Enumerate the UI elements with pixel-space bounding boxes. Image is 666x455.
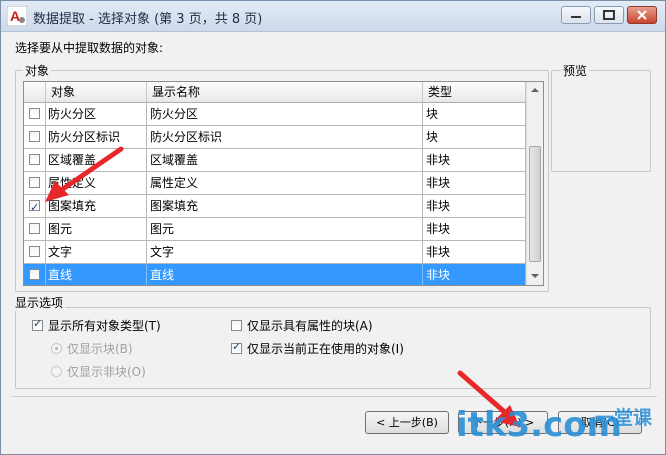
instruction-text: 选择要从中提取数据的对象:: [15, 41, 164, 55]
display-name: 图元: [147, 218, 423, 240]
blocks-only-label[interactable]: 仅显示块(B): [67, 340, 133, 357]
maximize-icon: [603, 10, 615, 20]
object-name: 图元: [46, 218, 147, 240]
vertical-scrollbar[interactable]: [526, 82, 543, 285]
non-blocks-only-label[interactable]: 仅显示非块(O): [67, 363, 146, 380]
non-blocks-only-radio[interactable]: [51, 366, 62, 377]
footer-separator: [11, 396, 657, 397]
back-button[interactable]: < 上一步(B): [365, 411, 449, 434]
row-checkbox[interactable]: [29, 177, 40, 188]
object-type: 非块: [423, 218, 526, 240]
annotation-arrow-icon: [45, 146, 124, 202]
object-type: 非块: [423, 172, 526, 194]
display-name: 图案填充: [147, 195, 423, 217]
list-item[interactable]: 图元 图元 非块: [24, 218, 526, 241]
object-name: 直线: [46, 264, 147, 285]
header-type[interactable]: 类型: [423, 82, 526, 102]
in-use-only-checkbox[interactable]: [231, 340, 242, 354]
preview-label: 预览: [561, 62, 590, 79]
header-display-name[interactable]: 显示名称: [147, 82, 423, 102]
show-all-types-checkbox[interactable]: [32, 317, 43, 331]
list-item-selected[interactable]: 直线 直线 非块: [24, 264, 526, 285]
minimize-button[interactable]: [561, 6, 591, 24]
object-type: 块: [423, 103, 526, 125]
object-type: 非块: [423, 241, 526, 263]
autocad-app-icon: A: [7, 6, 27, 26]
header-object-label: 对象: [51, 85, 76, 99]
window-title: 数据提取 - 选择对象 (第 3 页，共 8 页): [33, 12, 263, 27]
scroll-down-icon[interactable]: [531, 274, 539, 278]
display-name: 直线: [147, 264, 423, 285]
object-name: 防火分区: [46, 103, 147, 125]
object-type: 非块: [423, 149, 526, 171]
list-header: 对象 显示名称 类型: [24, 82, 526, 103]
minimize-icon: [571, 16, 581, 18]
row-checkbox[interactable]: [29, 269, 40, 280]
blocks-with-attributes-checkbox[interactable]: [231, 320, 242, 331]
close-button[interactable]: [627, 6, 657, 24]
scroll-up-icon[interactable]: [531, 88, 539, 92]
list-item[interactable]: 防火分区 防火分区 块: [24, 103, 526, 126]
display-name: 防火分区标识: [147, 126, 423, 148]
dialog-window: A 数据提取 - 选择对象 (第 3 页，共 8 页) 选择要从中提取数据的对象…: [0, 0, 666, 455]
title-bar[interactable]: A 数据提取 - 选择对象 (第 3 页，共 8 页): [1, 1, 665, 32]
header-checkbox-column: [24, 82, 46, 102]
display-name: 属性定义: [147, 172, 423, 194]
row-checkbox[interactable]: [29, 223, 40, 234]
list-item[interactable]: 文字 文字 非块: [24, 241, 526, 264]
display-name: 防火分区: [147, 103, 423, 125]
svg-text:A: A: [10, 8, 20, 24]
display-name: 文字: [147, 241, 423, 263]
objects-group-label: 对象: [23, 62, 52, 79]
row-checkbox[interactable]: [29, 246, 40, 257]
scrollbar-thumb[interactable]: [529, 146, 541, 262]
blocks-with-attributes-label[interactable]: 仅显示具有属性的块(A): [247, 317, 373, 334]
object-name: 文字: [46, 241, 147, 263]
close-icon: [637, 10, 647, 20]
display-name: 区域覆盖: [147, 149, 423, 171]
in-use-only-label[interactable]: 仅显示当前正在使用的对象(I): [247, 340, 404, 357]
object-type: 非块: [423, 264, 526, 285]
watermark-label: 一堂课: [595, 407, 653, 429]
row-checkbox[interactable]: [29, 154, 40, 165]
row-checkbox[interactable]: [29, 131, 40, 142]
object-type: 块: [423, 126, 526, 148]
show-all-types-label[interactable]: 显示所有对象类型(T): [48, 317, 161, 334]
row-checkbox[interactable]: [29, 197, 40, 217]
row-checkbox[interactable]: [29, 108, 40, 119]
blocks-only-radio[interactable]: [51, 343, 62, 354]
maximize-button[interactable]: [594, 6, 624, 24]
preview-groupbox: [551, 70, 651, 172]
object-type: 非块: [423, 195, 526, 217]
display-options-label: 显示选项: [13, 294, 66, 311]
header-object[interactable]: 对象: [46, 82, 164, 102]
